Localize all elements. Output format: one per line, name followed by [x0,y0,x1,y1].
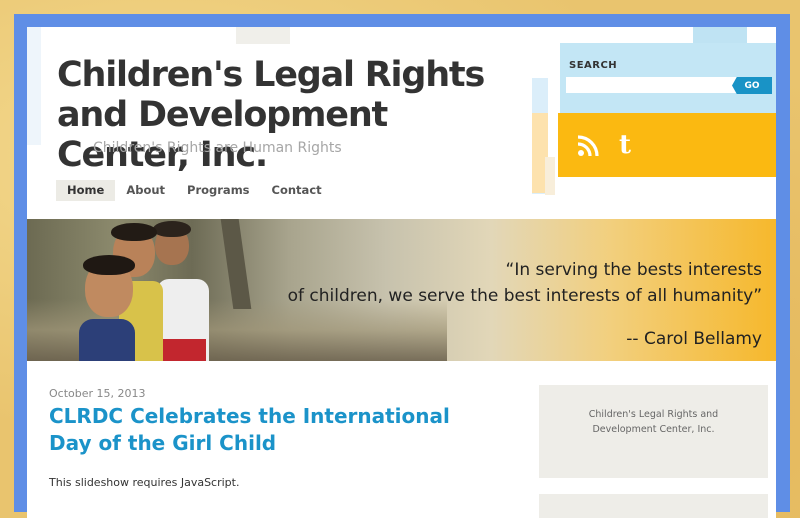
banner-photo-child [79,319,135,361]
banner-quote: “In serving the bests interests of child… [288,257,762,309]
post-date: October 15, 2013 [49,387,146,400]
banner-photo-child [83,255,135,275]
sidebar-widget-text: Children's Legal Rights and Development … [588,409,719,435]
search-input[interactable] [566,77,750,93]
page-container: Children's Legal Rights and Development … [27,27,776,518]
banner-photo-child [111,223,157,241]
banner-quote-author: -- Carol Bellamy [626,329,762,349]
banner-quote-line-1: “In serving the bests interests [505,260,762,280]
site-tagline: Children's Rights are Human Rights [93,140,342,156]
search-widget: SEARCH GO [560,43,776,113]
banner-photo-tree [220,219,252,309]
sidebar-widget: Children's Legal Rights and Development … [539,385,768,478]
decor-block [27,27,41,145]
nav-item-home[interactable]: Home [56,180,116,201]
nav-item-programs[interactable]: Programs [176,180,261,201]
banner-photo-child [160,339,206,361]
hero-banner: “In serving the bests interests of child… [27,219,776,361]
nav-item-contact[interactable]: Contact [261,180,333,201]
search-go-button[interactable]: GO [732,77,772,94]
nav-item-about[interactable]: About [115,180,176,201]
twitter-icon[interactable]: t [619,132,631,158]
sidebar-widget-secondary [539,494,768,518]
post-body: This slideshow requires JavaScript. [49,476,240,489]
main-nav: Home About Programs Contact [56,180,333,201]
social-widget: t [558,113,776,177]
rss-icon[interactable] [577,135,599,157]
search-label: SEARCH [569,60,618,71]
decor-block [545,157,555,195]
banner-photo-child [153,221,191,237]
decor-block [236,27,290,44]
site-title[interactable]: Children's Legal Rights and Development … [57,55,527,175]
banner-quote-line-2: of children, we serve the best interests… [287,286,762,306]
post-title-link[interactable]: CLRDC Celebrates the International Day o… [49,403,489,457]
decor-block [693,27,747,43]
